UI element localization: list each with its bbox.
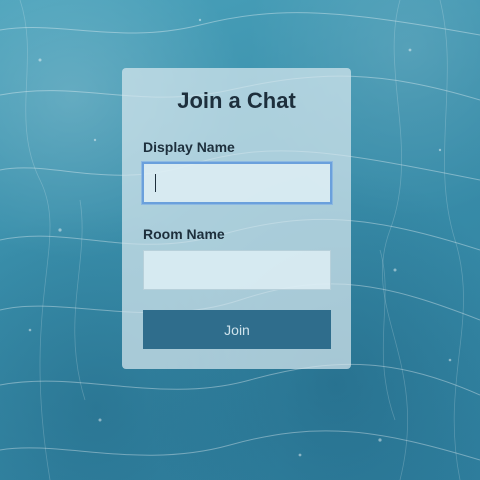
join-chat-card: Join a Chat Display Name Room Name Join	[122, 68, 351, 369]
room-name-field[interactable]	[143, 250, 331, 290]
room-name-label: Room Name	[143, 226, 225, 242]
text-caret	[155, 174, 156, 192]
display-name-field[interactable]	[142, 162, 332, 204]
join-button[interactable]: Join	[143, 310, 331, 349]
page-title: Join a Chat	[177, 88, 296, 113]
display-name-label: Display Name	[143, 139, 235, 155]
